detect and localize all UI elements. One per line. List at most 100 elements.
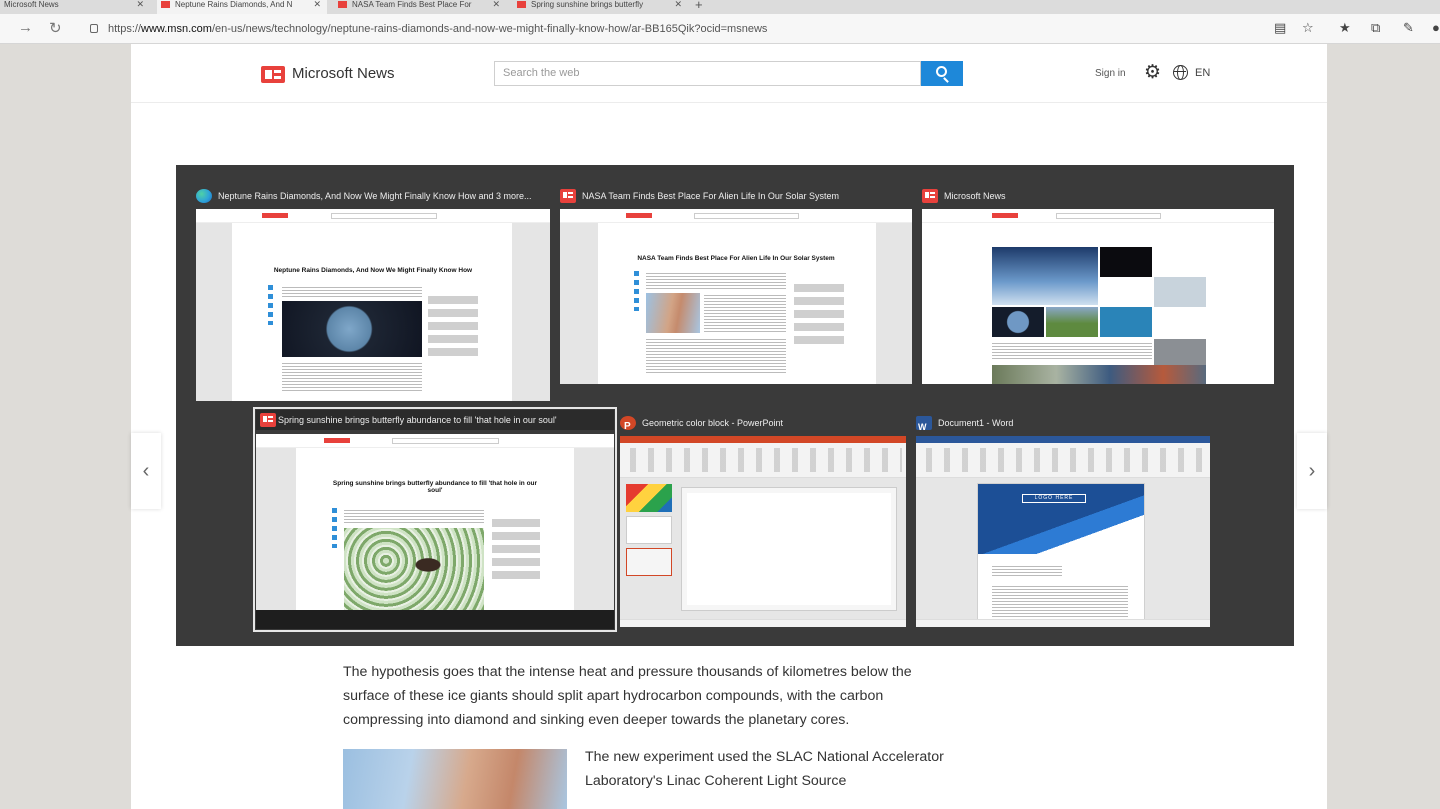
page-margin xyxy=(256,434,296,610)
msn-header: Microsoft News Search the web Sign in ⚙ … xyxy=(131,44,1327,103)
forward-arrow-icon[interactable]: → xyxy=(18,19,33,36)
page-margin xyxy=(876,209,912,384)
word-icon xyxy=(916,416,932,433)
search-input[interactable]: Search the web xyxy=(494,61,921,86)
reading-view-icon[interactable]: ▤ xyxy=(1274,20,1286,36)
slide-thumbnail xyxy=(626,484,672,512)
mini-header xyxy=(256,434,614,448)
page-margin xyxy=(574,434,614,610)
switcher-window-microsoft-news[interactable]: Microsoft News xyxy=(922,186,1274,384)
switcher-window-spring-sunshine[interactable]: Spring sunshine brings butterfly abundan… xyxy=(253,407,617,632)
window-title: Document1 - Word xyxy=(916,413,1210,433)
text-lines xyxy=(992,564,1062,578)
window-title: Spring sunshine brings butterfly abundan… xyxy=(256,410,614,430)
favorite-star-icon[interactable]: ☆ xyxy=(1302,20,1314,36)
address-bar: → ↻ https://www.msn.com/en-us/news/techn… xyxy=(0,14,1440,44)
close-icon[interactable]: ✕ xyxy=(674,0,682,9)
ribbon-commands xyxy=(920,448,1206,472)
text-lines xyxy=(992,341,1152,359)
url-field[interactable]: https://www.msn.com/en-us/news/technolog… xyxy=(90,18,1250,40)
favorites-list-icon[interactable]: ★ xyxy=(1339,20,1351,36)
window-title-text: Document1 - Word xyxy=(938,418,1014,428)
text-lines xyxy=(992,584,1128,618)
mini-search xyxy=(1055,213,1162,219)
gear-icon[interactable]: ⚙ xyxy=(1144,61,1161,84)
window-title: Microsoft News xyxy=(922,186,1274,206)
news-icon xyxy=(922,189,938,203)
language-selector[interactable]: EN xyxy=(1195,67,1210,79)
mini-header xyxy=(560,209,912,223)
ribbon-commands xyxy=(624,448,902,472)
new-tab-plus-icon[interactable]: + xyxy=(695,0,703,12)
news-icon xyxy=(260,413,276,427)
search-button[interactable] xyxy=(921,61,963,86)
carousel-next-chevron-icon[interactable]: › xyxy=(1297,433,1327,509)
tab-microsoft-news[interactable]: Microsoft News ✕ xyxy=(0,0,150,14)
carousel-prev-chevron-icon[interactable]: ‹ xyxy=(131,433,161,509)
close-icon[interactable]: ✕ xyxy=(136,0,144,9)
url-path: /en-us/news/technology/neptune-rains-dia… xyxy=(211,23,768,35)
ribbon-title-bar xyxy=(620,436,906,443)
neptune-image xyxy=(282,301,422,357)
globe-icon[interactable] xyxy=(1173,65,1188,80)
tab-spring-sunshine[interactable]: Spring sunshine brings butterfly ✕ xyxy=(513,0,688,14)
share-icons xyxy=(332,508,337,548)
switcher-window-nasa[interactable]: NASA Team Finds Best Place For Alien Lif… xyxy=(560,186,912,384)
window-title-text: Microsoft News xyxy=(944,191,1006,201)
pen-icon[interactable]: ✎ xyxy=(1403,20,1414,36)
page-margin xyxy=(560,209,598,384)
mini-header xyxy=(922,209,1274,223)
story-tile xyxy=(1046,307,1098,337)
sign-in-link[interactable]: Sign in xyxy=(1095,68,1126,79)
mini-header xyxy=(196,209,550,223)
edge-icon xyxy=(196,189,212,203)
close-icon[interactable]: ✕ xyxy=(492,0,500,9)
preview-headline: Spring sunshine brings butterfly abundan… xyxy=(332,480,538,494)
story-tile xyxy=(992,307,1044,337)
task-switcher: Neptune Rains Diamonds, And Now We Might… xyxy=(176,165,1294,646)
tab-neptune[interactable]: Neptune Rains Diamonds, And N ✕ xyxy=(157,0,327,14)
refresh-icon[interactable]: ↻ xyxy=(49,19,62,37)
mini-search xyxy=(392,438,500,444)
text-lines xyxy=(646,271,786,289)
mini-logo xyxy=(626,213,652,218)
story-tile xyxy=(992,247,1098,305)
window-title-text: Neptune Rains Diamonds, And Now We Might… xyxy=(218,191,532,201)
window-title-text: Geometric color block - PowerPoint xyxy=(642,418,784,428)
window-title-text: NASA Team Finds Best Place For Alien Lif… xyxy=(582,191,839,201)
close-icon[interactable]: ✕ xyxy=(313,0,321,9)
text-lines xyxy=(344,508,484,524)
switcher-window-neptune[interactable]: Neptune Rains Diamonds, And Now We Might… xyxy=(196,186,550,401)
tab-nasa[interactable]: NASA Team Finds Best Place For ✕ xyxy=(334,0,506,14)
story-tile xyxy=(1100,307,1152,337)
microsoft-news-logo-icon[interactable] xyxy=(261,66,285,83)
brand-name[interactable]: Microsoft News xyxy=(292,65,395,82)
profile-icon[interactable]: ● xyxy=(1432,20,1440,35)
page-margin xyxy=(196,209,232,401)
news-icon xyxy=(560,189,576,203)
text-lines xyxy=(282,285,422,299)
powerpoint-icon xyxy=(620,416,636,433)
status-bar xyxy=(916,619,1210,627)
switcher-window-powerpoint[interactable]: Geometric color block - PowerPoint xyxy=(620,413,906,627)
window-preview: NASA Team Finds Best Place For Alien Lif… xyxy=(560,209,912,384)
mini-search xyxy=(330,213,437,219)
article-image[interactable] xyxy=(343,749,567,809)
window-footer xyxy=(256,610,614,629)
butterfly-image xyxy=(344,528,484,610)
article-paragraph: The new experiment used the SLAC Nationa… xyxy=(585,749,944,789)
slide-thumbnail xyxy=(626,516,672,544)
window-preview: Spring sunshine brings butterfly abundan… xyxy=(256,434,614,610)
url-host: www.msn.com xyxy=(141,23,212,35)
text-lines xyxy=(704,293,786,333)
switcher-window-word[interactable]: Document1 - Word LOGO HERE xyxy=(916,413,1210,627)
article-paragraph: The hypothesis goes that the intense hea… xyxy=(343,664,912,728)
collections-icon[interactable]: ⧉ xyxy=(1371,20,1380,36)
logo-placeholder: LOGO HERE xyxy=(1022,494,1086,503)
news-icon xyxy=(161,1,170,8)
word-ribbon xyxy=(916,436,1210,478)
story-tile xyxy=(1154,277,1206,307)
article-image xyxy=(646,293,700,333)
search-icon xyxy=(936,66,947,77)
mini-search xyxy=(693,213,800,219)
